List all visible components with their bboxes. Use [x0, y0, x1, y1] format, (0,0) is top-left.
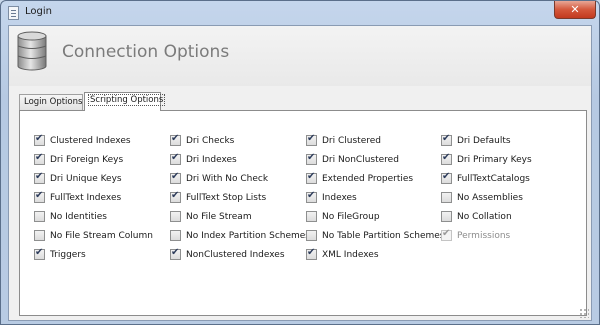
option-label: Extended Properties [322, 173, 414, 184]
checkbox[interactable] [441, 133, 452, 146]
option-label: No File Stream Column [50, 230, 153, 241]
option-no-file-stream-column[interactable]: No File Stream Column [34, 229, 153, 242]
header-banner: Connection Options [9, 26, 591, 86]
title-bar[interactable]: Login ✕ [1, 1, 599, 25]
checkbox[interactable] [306, 190, 317, 203]
option-no-table-partition-schemes[interactable]: No Table Partition Schemes [306, 229, 445, 242]
checkbox[interactable] [170, 171, 181, 184]
checkbox[interactable] [170, 230, 181, 241]
option-label: No Collation [457, 211, 512, 222]
option-dri-checks[interactable]: Dri Checks [170, 133, 235, 147]
window-title: Login [25, 6, 52, 17]
option-label: No Table Partition Schemes [322, 230, 445, 241]
tab-scripting-options[interactable]: Scripting Options [84, 92, 166, 111]
window-icon [8, 6, 19, 20]
option-clustered-indexes[interactable]: Clustered Indexes [34, 133, 131, 147]
scripting-options-panel: Clustered Indexes Dri Foreign Keys Dri U… [19, 110, 587, 316]
checkbox[interactable] [170, 152, 181, 165]
option-label: Dri Clustered [322, 135, 381, 146]
option-label: Dri NonClustered [322, 154, 399, 165]
option-fulltextcatalogs[interactable]: FullTextCatalogs [441, 171, 530, 185]
option-label: XML Indexes [322, 249, 379, 260]
checkbox[interactable] [170, 133, 181, 146]
checkbox[interactable] [34, 133, 45, 146]
option-label: Dri Indexes [186, 154, 237, 165]
dialog-body: Connection Options Login Options Scripti… [8, 25, 592, 321]
option-triggers[interactable]: Triggers [34, 247, 86, 261]
close-button[interactable]: ✕ [554, 1, 596, 19]
option-no-identities[interactable]: No Identities [34, 210, 107, 223]
database-icon [17, 31, 47, 71]
option-label: Triggers [50, 249, 86, 260]
option-no-index-partition-schemes[interactable]: No Index Partition Schemes [170, 229, 310, 242]
tab-label: Login Options [24, 97, 83, 107]
checkbox [441, 228, 452, 241]
option-label: FullText Indexes [50, 192, 122, 203]
option-no-filegroup[interactable]: No FileGroup [306, 210, 380, 223]
checkbox[interactable] [34, 230, 45, 241]
option-label: No Index Partition Schemes [186, 230, 311, 241]
tab-label: Scripting Options [87, 94, 166, 106]
checkbox[interactable] [34, 171, 45, 184]
option-no-file-stream[interactable]: No File Stream [170, 210, 252, 223]
option-label: Permissions [457, 230, 511, 241]
option-dri-primary-keys[interactable]: Dri Primary Keys [441, 152, 532, 166]
checkbox[interactable] [306, 211, 317, 222]
checkbox[interactable] [306, 171, 317, 184]
checkbox[interactable] [306, 247, 317, 260]
page-title: Connection Options [62, 42, 230, 62]
option-label: NonClustered Indexes [186, 249, 285, 260]
option-no-assemblies[interactable]: No Assemblies [441, 191, 523, 204]
checkbox[interactable] [441, 152, 452, 165]
option-dri-unique-keys[interactable]: Dri Unique Keys [34, 171, 122, 185]
checkbox[interactable] [441, 211, 452, 222]
option-dri-defaults[interactable]: Dri Defaults [441, 133, 511, 147]
option-indexes[interactable]: Indexes [306, 190, 357, 204]
option-nonclustered-indexes[interactable]: NonClustered Indexes [170, 247, 285, 261]
checkbox[interactable] [170, 211, 181, 222]
resize-grip[interactable] [579, 308, 589, 318]
option-dri-clustered[interactable]: Dri Clustered [306, 133, 381, 147]
option-fulltext-stop-lists[interactable]: FullText Stop Lists [170, 190, 267, 204]
checkbox[interactable] [306, 133, 317, 146]
checkbox[interactable] [34, 190, 45, 203]
login-window: Login ✕ Connection Options Login Options… [0, 0, 600, 325]
option-label: No Identities [50, 211, 107, 222]
option-xml-indexes[interactable]: XML Indexes [306, 247, 379, 261]
option-label: Dri With No Check [186, 173, 269, 184]
option-no-collation[interactable]: No Collation [441, 210, 512, 223]
tab-login-options[interactable]: Login Options [19, 94, 83, 110]
checkbox[interactable] [306, 152, 317, 165]
option-dri-with-no-check[interactable]: Dri With No Check [170, 171, 269, 185]
checkbox[interactable] [441, 192, 452, 203]
option-label: Dri Defaults [457, 135, 511, 146]
option-fulltext-indexes[interactable]: FullText Indexes [34, 190, 122, 204]
option-label: Dri Checks [186, 135, 235, 146]
option-label: Clustered Indexes [50, 135, 131, 146]
option-dri-nonclustered[interactable]: Dri NonClustered [306, 152, 399, 166]
option-permissions: Permissions [441, 228, 511, 242]
option-label: FullTextCatalogs [457, 173, 530, 184]
checkbox[interactable] [34, 152, 45, 165]
option-label: No FileGroup [322, 211, 380, 222]
option-label: Dri Primary Keys [457, 154, 532, 165]
option-dri-indexes[interactable]: Dri Indexes [170, 152, 237, 166]
checkbox[interactable] [170, 190, 181, 203]
option-label: Indexes [322, 192, 357, 203]
option-label: No Assemblies [457, 192, 523, 203]
option-extended-properties[interactable]: Extended Properties [306, 171, 414, 185]
option-label: No File Stream [186, 211, 252, 222]
option-label: FullText Stop Lists [186, 192, 267, 203]
checkbox[interactable] [170, 247, 181, 260]
checkbox[interactable] [306, 230, 317, 241]
option-dri-foreign-keys[interactable]: Dri Foreign Keys [34, 152, 124, 166]
checkbox[interactable] [34, 211, 45, 222]
checkbox[interactable] [34, 247, 45, 260]
checkbox[interactable] [441, 171, 452, 184]
option-label: Dri Foreign Keys [50, 154, 124, 165]
option-label: Dri Unique Keys [50, 173, 122, 184]
